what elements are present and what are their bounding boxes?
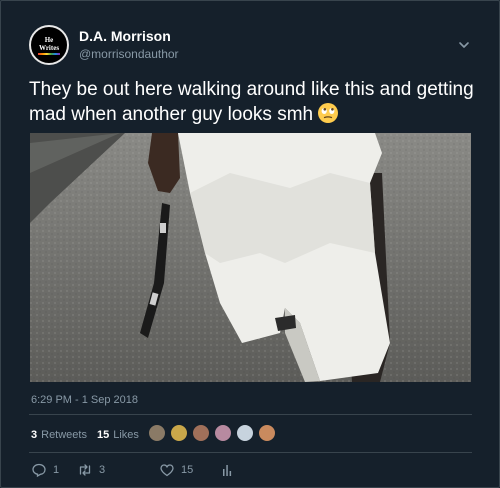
- liker-avatar[interactable]: [214, 424, 232, 442]
- tweet-card: He Writes D.A. Morrison @morrisondauthor…: [0, 0, 500, 488]
- avatar-text-line1: He: [44, 35, 54, 44]
- retweet-icon: [79, 464, 91, 476]
- tweet-media[interactable]: [30, 133, 471, 382]
- likes-count[interactable]: 15: [97, 429, 109, 441]
- liker-avatars: [148, 424, 280, 442]
- heart-icon: [160, 464, 174, 477]
- liker-avatar[interactable]: [258, 424, 276, 442]
- reply-icon: [32, 463, 46, 478]
- liker-avatar[interactable]: [148, 424, 166, 442]
- author-display-name[interactable]: D.A. Morrison: [79, 28, 171, 44]
- engagement-stats: 3 Retweets 15 Likes: [31, 429, 139, 441]
- tweet-timestamp[interactable]: 6:29 PM - 1 Sep 2018: [31, 394, 138, 406]
- chevron-down-icon[interactable]: [456, 37, 472, 53]
- author-avatar[interactable]: He Writes: [29, 25, 69, 65]
- divider-top: [29, 414, 472, 415]
- likes-label[interactable]: Likes: [113, 429, 139, 441]
- liker-avatar[interactable]: [236, 424, 254, 442]
- tweet-body: They be out here walking around like thi…: [29, 79, 474, 125]
- reply-count: 1: [53, 464, 60, 476]
- retweets-label[interactable]: Retweets: [41, 429, 87, 441]
- author-handle[interactable]: @morrisondauthor: [79, 47, 179, 61]
- analytics-button[interactable]: [219, 462, 241, 478]
- liker-avatar[interactable]: [170, 424, 188, 442]
- tweet-text: They be out here walking around like thi…: [29, 77, 479, 127]
- avatar-rainbow-stripe: [38, 52, 60, 55]
- reply-button[interactable]: 1: [31, 462, 59, 478]
- divider-bottom: [29, 452, 472, 453]
- liker-avatar[interactable]: [192, 424, 210, 442]
- face-with-rolling-eyes-icon: [318, 103, 339, 123]
- analytics-icon: [223, 465, 232, 476]
- like-count: 15: [181, 464, 194, 476]
- retweets-count[interactable]: 3: [31, 429, 37, 441]
- retweet-count: 3: [99, 464, 106, 476]
- avatar-text-line2: Writes: [38, 43, 60, 52]
- retweet-button[interactable]: 3: [77, 462, 105, 478]
- gif-frame: [30, 133, 471, 382]
- like-button[interactable]: 15: [159, 462, 193, 478]
- tweet-actions: 1 3 15: [31, 462, 281, 482]
